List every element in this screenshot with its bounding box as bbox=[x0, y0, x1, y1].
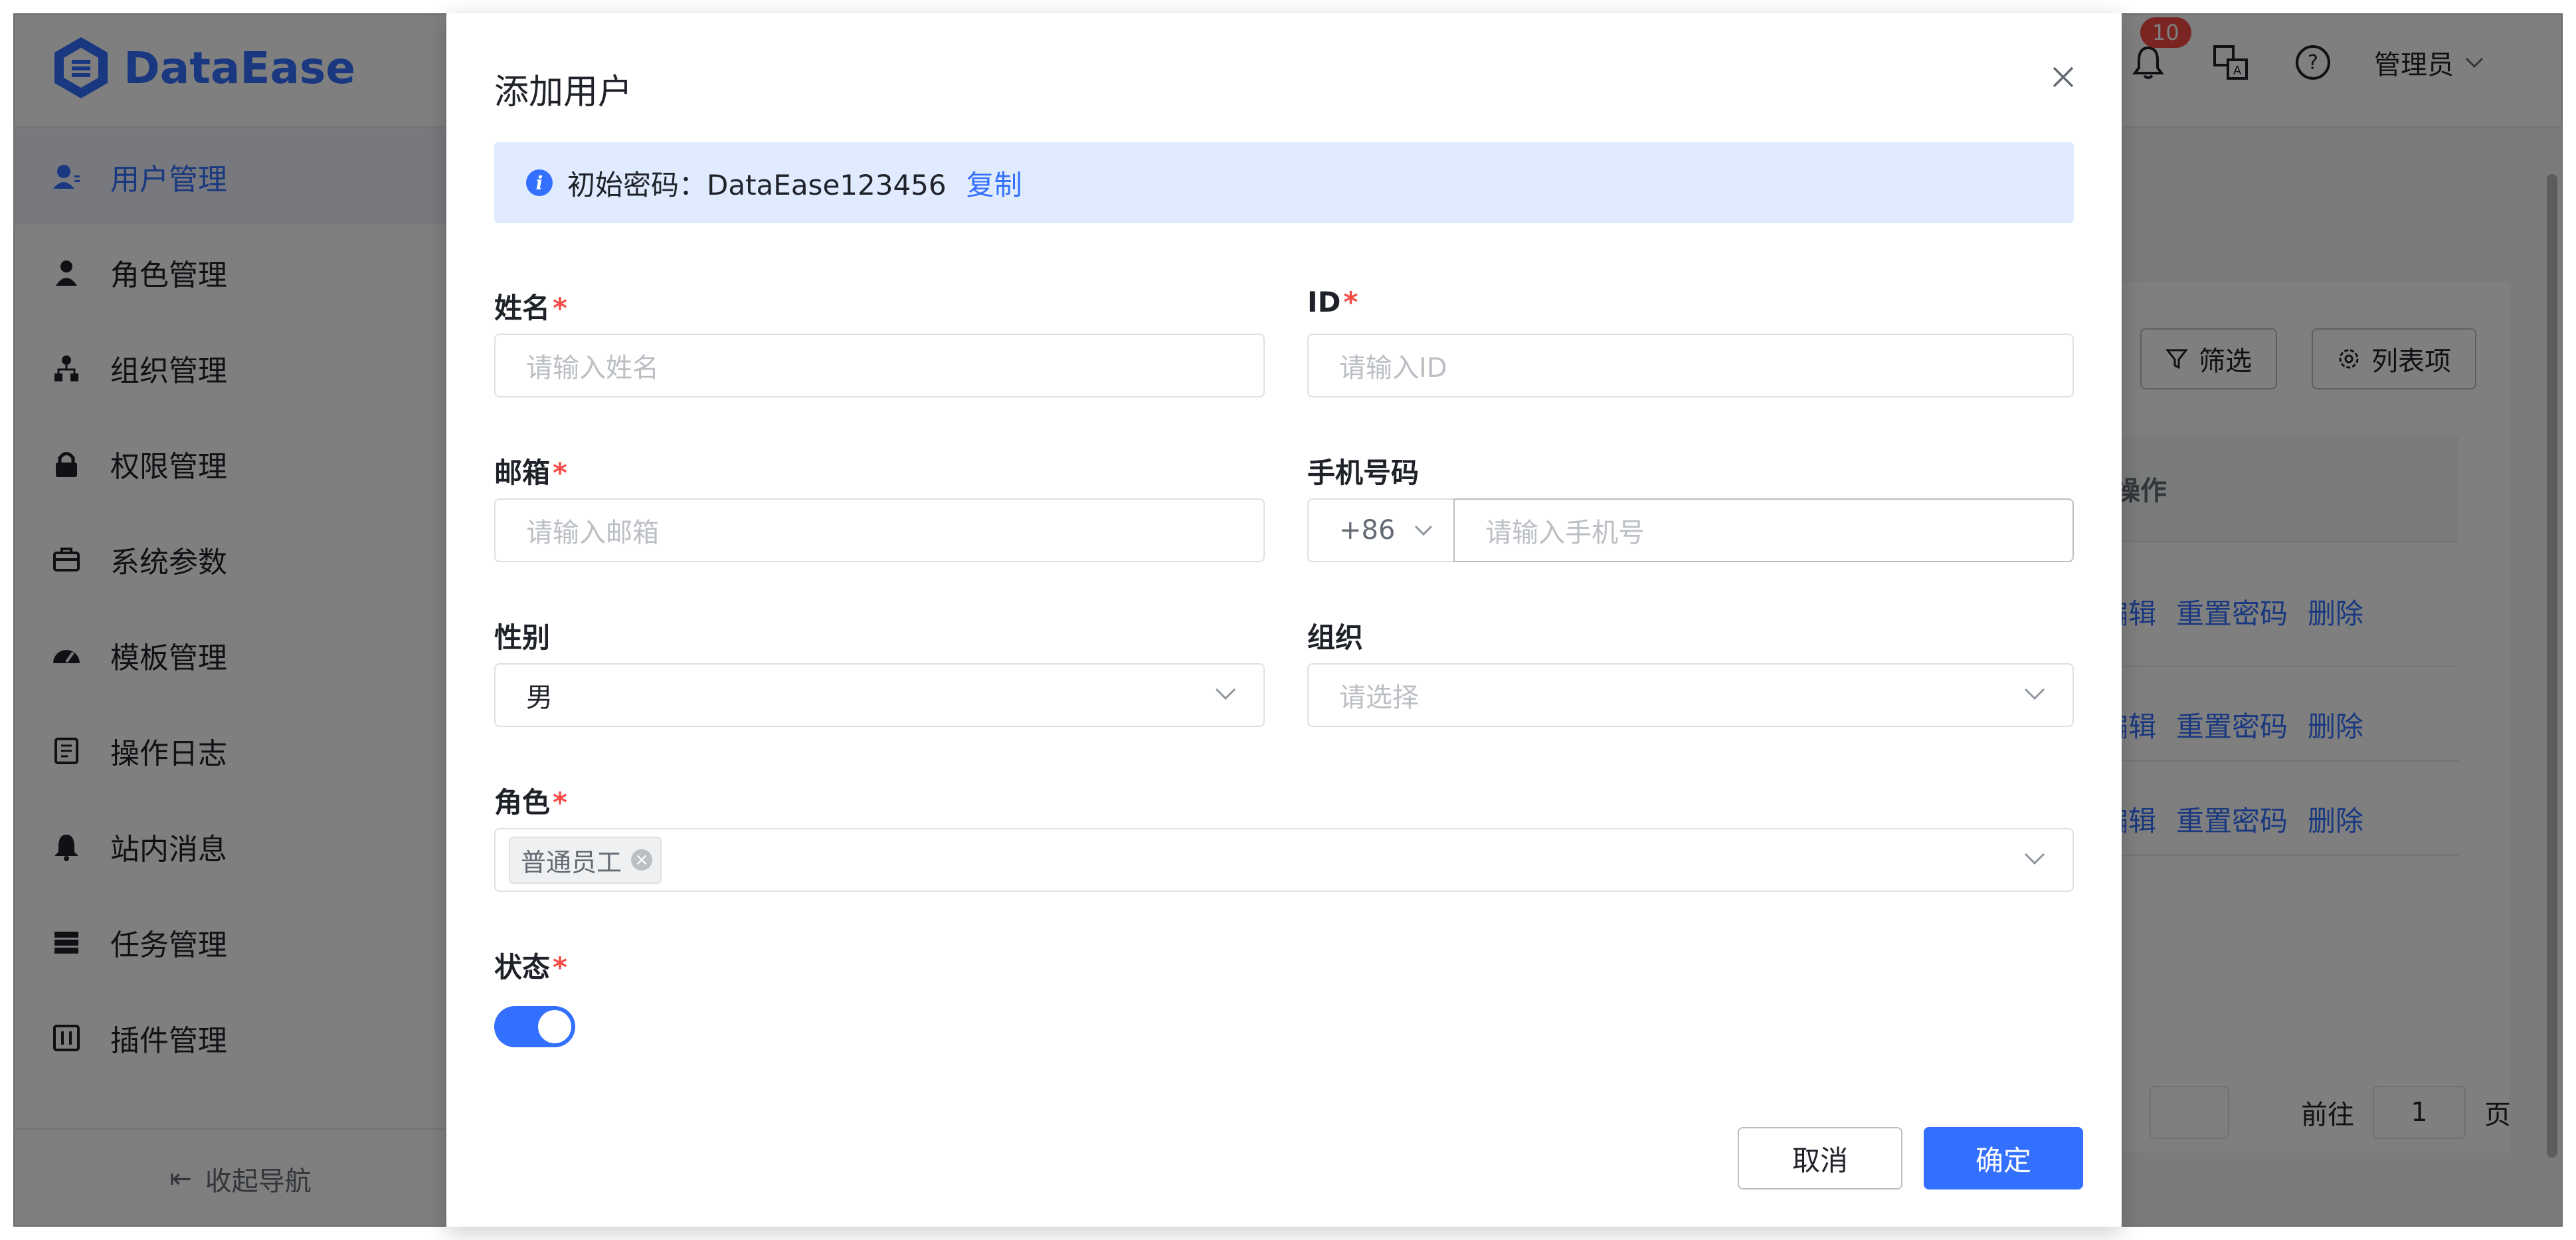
name-input[interactable]: 请输入姓名 bbox=[494, 334, 1265, 397]
role-label: 角色* bbox=[494, 786, 567, 819]
remove-tag-icon[interactable]: × bbox=[631, 849, 653, 871]
copy-password-link[interactable]: 复制 bbox=[966, 163, 1022, 203]
chevron-down-icon bbox=[1215, 688, 1236, 700]
cancel-button[interactable]: 取消 bbox=[1738, 1127, 1902, 1189]
gender-label: 性别 bbox=[494, 621, 551, 654]
org-label: 组织 bbox=[1307, 621, 1364, 654]
password-alert-text: 初始密码：DataEase123456 bbox=[567, 168, 947, 201]
chevron-down-icon bbox=[1415, 525, 1433, 536]
confirm-button[interactable]: 确定 bbox=[1924, 1127, 2083, 1189]
id-input[interactable]: 请输入ID bbox=[1307, 334, 2074, 397]
phone-label: 手机号码 bbox=[1307, 457, 1420, 489]
id-label: ID* bbox=[1307, 286, 1358, 318]
phone-input[interactable]: 请输入手机号 bbox=[1453, 498, 2074, 562]
status-toggle[interactable] bbox=[494, 1006, 575, 1047]
close-icon[interactable] bbox=[2046, 60, 2080, 94]
gender-select[interactable]: 男 bbox=[494, 663, 1265, 727]
name-label: 姓名* bbox=[494, 292, 567, 324]
status-label: 状态* bbox=[494, 951, 567, 983]
info-icon: i bbox=[526, 169, 553, 196]
role-tag: 普通员工 × bbox=[509, 836, 662, 884]
add-user-dialog: 添加用户 i 初始密码：DataEase123456 复制 姓名* 请输入姓名 … bbox=[446, 13, 2122, 1227]
email-label: 邮箱* bbox=[494, 457, 567, 489]
org-select[interactable]: 请选择 bbox=[1307, 663, 2074, 727]
chevron-down-icon bbox=[2024, 688, 2045, 700]
role-select[interactable]: 普通员工 × bbox=[494, 828, 2074, 892]
phone-country-select[interactable]: +86 bbox=[1307, 498, 1455, 562]
dialog-title: 添加用户 bbox=[494, 72, 633, 112]
email-input[interactable]: 请输入邮箱 bbox=[494, 498, 1265, 562]
chevron-down-icon bbox=[2024, 853, 2045, 865]
toggle-knob bbox=[538, 1010, 571, 1043]
password-alert: i 初始密码：DataEase123456 复制 bbox=[494, 142, 2074, 223]
